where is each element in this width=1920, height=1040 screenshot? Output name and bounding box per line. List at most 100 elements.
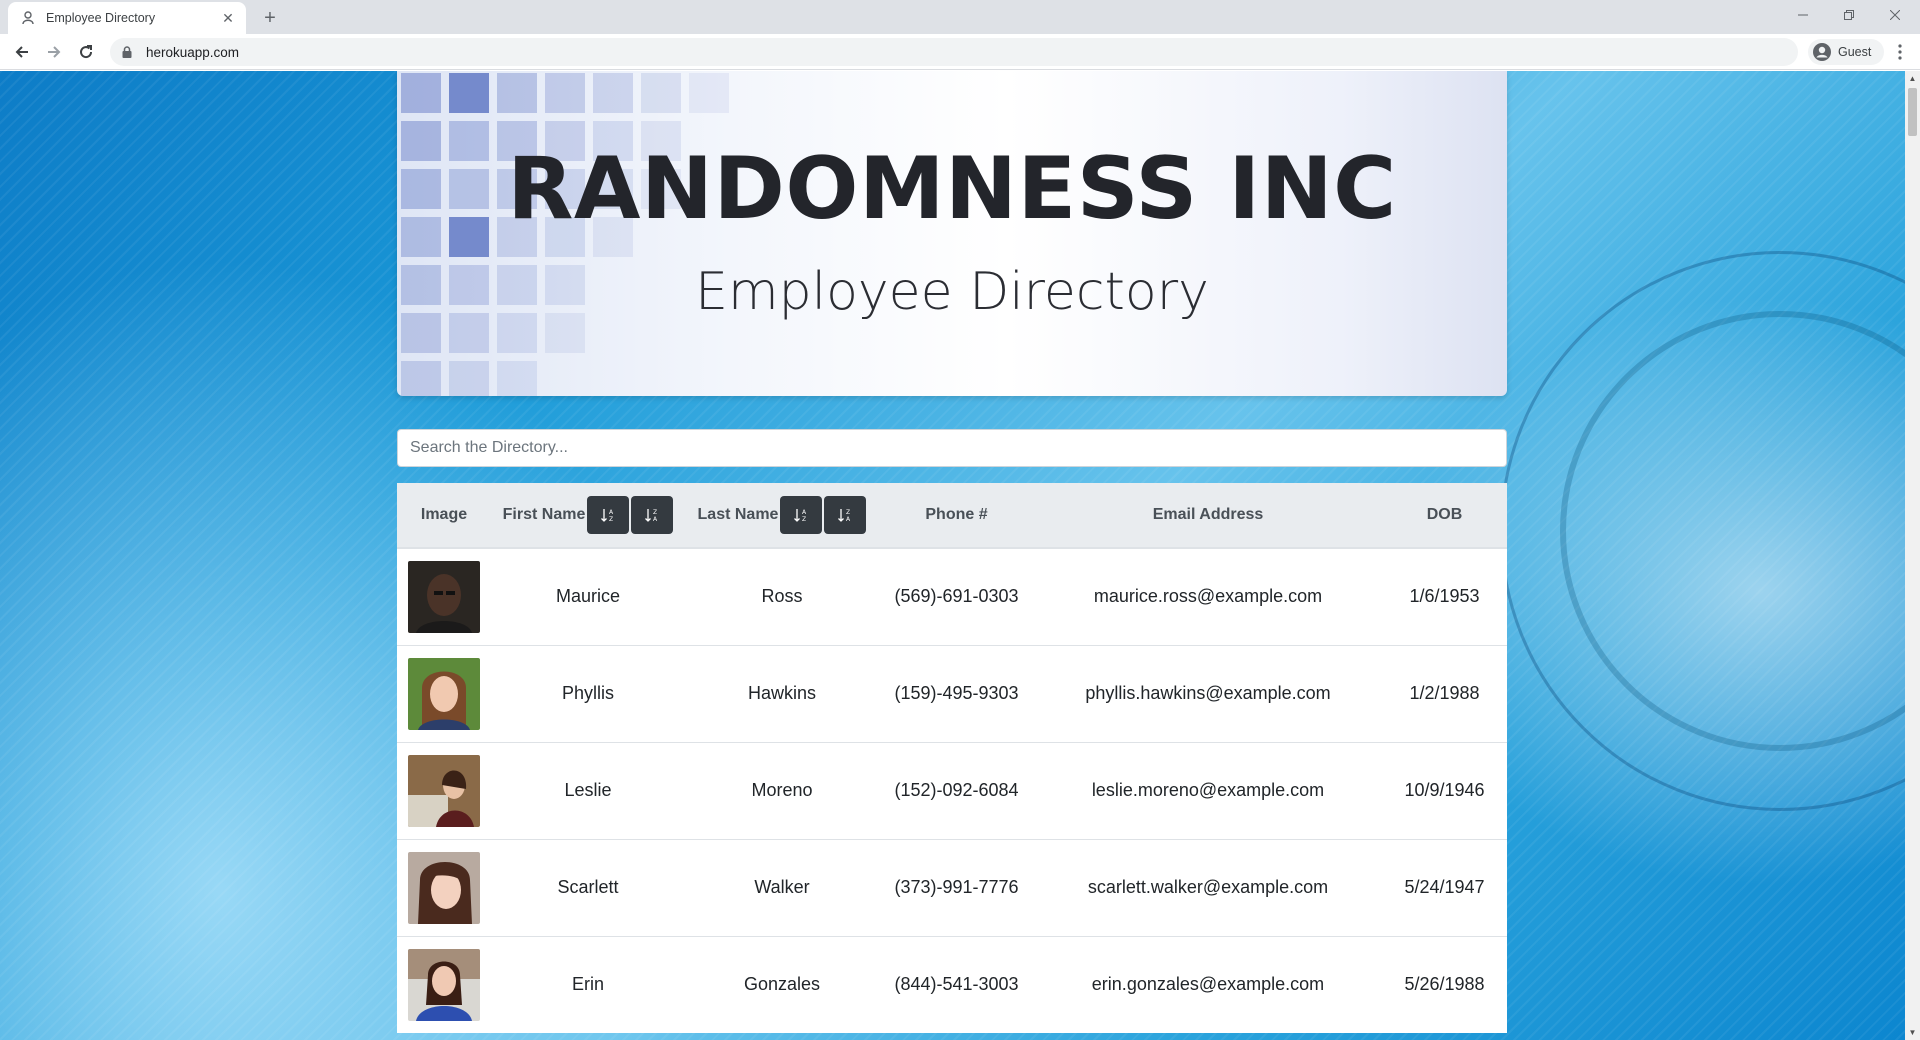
scroll-up-arrow-icon[interactable]: ▲ [1905,71,1920,86]
decorative-tile [545,73,585,113]
search-input[interactable] [398,430,1506,466]
browser-tab-strip: Employee Directory ✕ + [0,0,1920,34]
dob-cell: 1/6/1953 [1382,547,1507,645]
scroll-down-arrow-icon[interactable]: ▼ [1905,1025,1920,1040]
page-viewport: RANDOMNESS INC Employee Directory Image [0,71,1905,1040]
scrollbar-thumb[interactable] [1908,88,1917,136]
decorative-tile [449,313,489,353]
decorative-tile [497,73,537,113]
minimize-icon[interactable] [1780,0,1826,30]
column-header-first-name: First Name AZ ZA [491,483,685,549]
first-name-cell: Erin [491,935,685,1033]
sort-last-name-ascending-button[interactable]: AZ [780,496,823,534]
page-favicon-icon [20,10,36,26]
sort-ascending-icon: AZ [601,509,614,523]
svg-text:Z: Z [846,509,850,516]
employee-photo [408,754,480,827]
address-bar[interactable]: herokuapp.com [110,38,1798,66]
column-header-dob: DOB [1382,483,1507,549]
email-cell: scarlett.walker@example.com [1034,838,1382,936]
sort-descending-icon: ZA [645,509,658,523]
employee-photo [408,851,480,924]
sort-last-name-descending-button[interactable]: ZA [824,496,867,534]
svg-text:A: A [609,509,614,516]
decorative-tile [689,73,729,113]
profile-avatar-icon [1812,42,1832,62]
svg-text:A: A [802,509,807,516]
first-name-cell: Leslie [491,741,685,839]
image-cell [397,644,491,742]
email-cell: maurice.ross@example.com [1034,547,1382,645]
reload-icon[interactable] [72,38,100,66]
image-cell [397,741,491,839]
sort-first-name-ascending-button[interactable]: AZ [587,496,630,534]
last-name-cell: Moreno [685,741,879,839]
phone-cell: (159)-495-9303 [879,644,1034,742]
dob-cell: 1/2/1988 [1382,644,1507,742]
svg-text:Z: Z [609,516,613,523]
close-tab-icon[interactable]: ✕ [220,10,236,26]
svg-text:Z: Z [653,509,657,516]
page-subtitle: Employee Directory [695,262,1209,322]
decorative-tile [401,361,441,396]
page-scrollbar[interactable]: ▲ ▼ [1905,71,1920,1040]
dob-cell: 5/26/1988 [1382,935,1507,1033]
decorative-tile [593,73,633,113]
sort-first-name-descending-button[interactable]: ZA [631,496,674,534]
new-tab-icon[interactable]: + [258,6,282,30]
phone-cell: (152)-092-6084 [879,741,1034,839]
restore-icon[interactable] [1826,0,1872,30]
first-name-cell: Phyllis [491,644,685,742]
table-row: Leslie Moreno (152)-092-6084 leslie.more… [397,741,1507,839]
phone-cell: (569)-691-0303 [879,547,1034,645]
employee-photo [408,560,480,633]
sort-ascending-icon: AZ [794,509,807,523]
forward-arrow-icon[interactable] [40,38,68,66]
first-name-cell: Maurice [491,547,685,645]
decorative-tile [449,73,489,113]
table-header-row: Image First Name AZ ZA Last Name A Z Z A… [397,483,1507,549]
column-header-email: Email Address [1034,483,1382,549]
table-row: Maurice Ross (569)-691-0303 maurice.ross… [397,547,1507,645]
decorative-tile [545,313,585,353]
decorative-tile [641,73,681,113]
browser-menu-icon[interactable] [1888,38,1912,66]
first-name-header-label: First Name [502,506,586,523]
profile-name: Guest [1838,45,1872,59]
table-row: Scarlett Walker (373)-991-7776 scarlett.… [397,838,1507,936]
last-name-cell: Ross [685,547,879,645]
back-arrow-icon[interactable] [8,38,36,66]
lock-icon [122,45,136,59]
decorative-tile [449,361,489,396]
employee-photo [408,948,480,1021]
dob-cell: 10/9/1946 [1382,741,1507,839]
decorative-tile [497,313,537,353]
last-name-cell: Hawkins [685,644,879,742]
employee-photo [408,657,480,730]
svg-text:A: A [653,516,658,523]
image-cell [397,935,491,1033]
header-jumbotron: RANDOMNESS INC Employee Directory [397,71,1507,396]
decorative-tile [401,73,441,113]
tab-title: Employee Directory [46,11,156,25]
svg-text:Z: Z [802,516,806,523]
dob-cell: 5/24/1947 [1382,838,1507,936]
column-header-phone: Phone # [879,483,1034,549]
column-header-last-name: Last Name AZ ZA [685,483,879,549]
image-cell [397,547,491,645]
page-title: RANDOMNESS INC [507,139,1397,239]
browser-tab[interactable]: Employee Directory ✕ [8,2,246,34]
url-text: herokuapp.com [146,44,240,60]
profile-button[interactable]: Guest [1808,39,1884,65]
table-row: Erin Gonzales (844)-541-3003 erin.gonzal… [397,935,1507,1033]
last-name-cell: Walker [685,838,879,936]
close-window-icon[interactable] [1872,0,1918,30]
svg-text:A: A [846,516,851,523]
phone-cell: (373)-991-7776 [879,838,1034,936]
table-row: Phyllis Hawkins (159)-495-9303 phyllis.h… [397,644,1507,742]
last-name-header-label: Last Name [697,506,779,523]
email-cell: phyllis.hawkins@example.com [1034,644,1382,742]
decorative-tile [401,313,441,353]
email-cell: erin.gonzales@example.com [1034,935,1382,1033]
email-cell: leslie.moreno@example.com [1034,741,1382,839]
